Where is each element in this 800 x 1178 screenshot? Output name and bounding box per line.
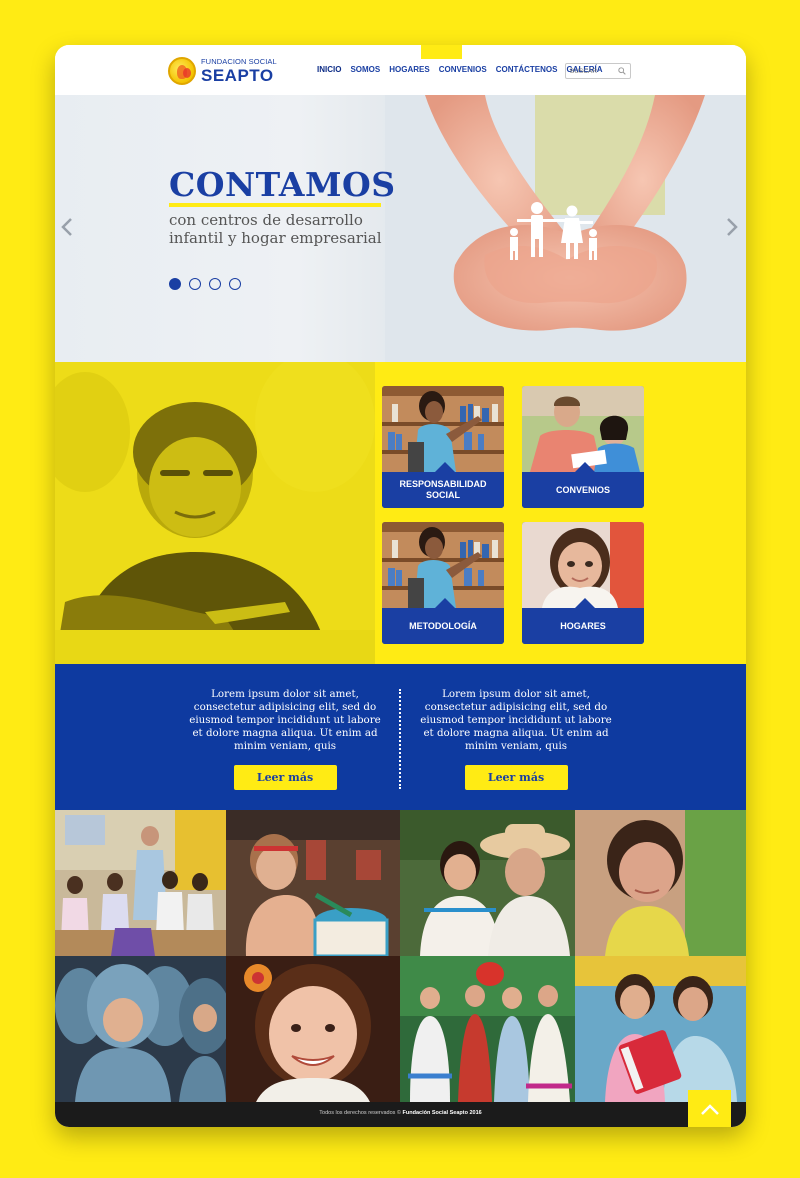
gallery-photo[interactable] [400, 956, 575, 1102]
search-icon[interactable] [618, 67, 626, 75]
gallery-photo[interactable] [575, 956, 746, 1102]
slider-dot[interactable] [229, 278, 241, 290]
gallery-photo[interactable] [55, 810, 226, 956]
tile-image [522, 522, 644, 608]
accordion-girl-photo [575, 956, 746, 1102]
tile-responsabilidad-social[interactable]: RESPONSABILIDAD SOCIAL [382, 386, 504, 508]
hero-title-underline [169, 203, 381, 207]
gallery-photo[interactable] [226, 810, 400, 956]
girl-painting-photo [575, 810, 746, 956]
hero-image [385, 95, 746, 362]
features-section: RESPONSABILIDAD SOCIAL CONVENIOS METODOL… [55, 362, 746, 664]
logo-icon [168, 57, 196, 85]
search-box [565, 63, 631, 79]
tile-label: HOGARES [522, 608, 644, 644]
site-footer: Todos los derechos reservados © Fundació… [55, 1102, 746, 1127]
tile-label: RESPONSABILIDAD SOCIAL [382, 472, 504, 508]
slider-dot[interactable] [169, 278, 181, 290]
hero-title: CONTAMOS [169, 165, 396, 204]
tile-label: CONVENIOS [522, 472, 644, 508]
tile-metodologia[interactable]: METODOLOGÍA [382, 522, 504, 644]
elephant-costume-photo [55, 956, 226, 1102]
nav-item-hogares[interactable]: HOGARES [389, 65, 429, 79]
tile-label: METODOLOGÍA [382, 608, 504, 644]
tile-hogares[interactable]: HOGARES [522, 522, 644, 644]
tile-image [382, 522, 504, 608]
folk-dance-photo [400, 956, 575, 1102]
copyright-text: Todos los derechos reservados © Fundació… [55, 1110, 746, 1116]
logo-text: FUNDACION SOCIAL SEAPTO [201, 58, 277, 84]
info-text: Lorem ipsum dolor sit amet, consectetur … [420, 688, 612, 752]
leer-mas-button[interactable]: Leer más [464, 765, 568, 790]
gallery-photo[interactable] [575, 810, 746, 956]
info-text: Lorem ipsum dolor sit amet, consectetur … [189, 688, 381, 752]
page-frame: FUNDACION SOCIAL SEAPTO INICIO SOMOS HOG… [55, 45, 746, 1127]
tile-notch [435, 598, 455, 608]
nav-item-convenios[interactable]: CONVENIOS [439, 65, 487, 79]
gallery-photo[interactable] [55, 956, 226, 1102]
nav-item-inicio[interactable]: INICIO [317, 65, 341, 79]
slider-dot[interactable] [209, 278, 221, 290]
info-section: Lorem ipsum dolor sit amet, consectetur … [55, 664, 746, 810]
hero-subtitle: con centros de desarrollo infantil y hog… [169, 211, 382, 247]
nav-item-contactenos[interactable]: CONTÁCTENOS [496, 65, 558, 79]
copyright-brand: Fundación Social Seapto 2016 [402, 1110, 482, 1116]
chevron-left-icon[interactable] [61, 217, 73, 243]
classroom-photo [55, 810, 226, 956]
chevron-up-icon [700, 1104, 719, 1115]
boy-writing-photo [55, 362, 375, 664]
hero-slider: CONTAMOS con centros de desarrollo infan… [55, 95, 746, 362]
logo-wordmark: SEAPTO [201, 65, 274, 85]
site-logo[interactable]: FUNDACION SOCIAL SEAPTO [168, 55, 288, 87]
copyright-label: Todos los derechos reservados © [319, 1110, 401, 1116]
smiling-girl-photo [226, 956, 400, 1102]
tile-notch [575, 462, 595, 472]
search-input[interactable] [570, 67, 616, 75]
tile-image [522, 386, 644, 472]
gallery-photo[interactable] [226, 956, 400, 1102]
logo-tagline: FUNDACION SOCIAL [201, 57, 277, 67]
nav-item-somos[interactable]: SOMOS [350, 65, 380, 79]
main-nav: INICIO SOMOS HOGARES CONVENIOS CONTÁCTEN… [317, 65, 602, 79]
tile-convenios[interactable]: CONVENIOS [522, 386, 644, 508]
tile-image [382, 386, 504, 472]
photo-gallery [55, 810, 746, 1102]
info-column: Lorem ipsum dolor sit amet, consectetur … [418, 688, 614, 790]
girl-and-mother-photo [400, 810, 575, 956]
tile-notch [575, 598, 595, 608]
site-header: FUNDACION SOCIAL SEAPTO INICIO SOMOS HOG… [55, 45, 746, 95]
leer-mas-button[interactable]: Leer más [233, 765, 337, 790]
back-to-top-button[interactable] [688, 1090, 731, 1127]
slider-dots [169, 278, 241, 290]
chevron-right-icon[interactable] [726, 217, 738, 243]
tile-notch [435, 462, 455, 472]
info-column: Lorem ipsum dolor sit amet, consectetur … [187, 688, 383, 790]
active-nav-marker [421, 45, 462, 59]
gallery-photo[interactable] [400, 810, 575, 956]
column-divider [399, 689, 401, 789]
slider-dot[interactable] [189, 278, 201, 290]
drum-boy-photo [226, 810, 400, 956]
